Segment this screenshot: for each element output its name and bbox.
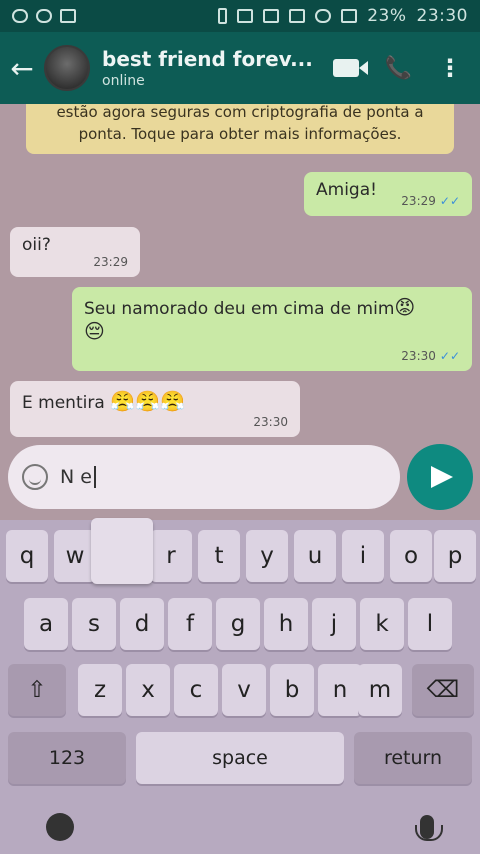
key-j[interactable]: j	[312, 598, 356, 650]
notification-icon	[12, 9, 28, 23]
space-key[interactable]: space	[136, 732, 344, 784]
key-o[interactable]: o	[390, 530, 432, 582]
send-icon	[431, 466, 453, 488]
arrow-left-icon: ←	[10, 51, 34, 85]
key-t[interactable]: t	[198, 530, 240, 582]
message-time: 23:30	[253, 415, 288, 429]
status-right-icons: 23% 23:30	[218, 6, 468, 26]
message-bubble-out[interactable]: Seu namorado deu em cima de mim😡 😔 23:30…	[72, 287, 472, 371]
key-w[interactable]: w	[54, 530, 96, 582]
message-bubble-in[interactable]: E mentira 😤😤😤 23:30	[10, 381, 300, 437]
status-left-icons	[12, 9, 76, 23]
smile-icon[interactable]	[22, 464, 48, 490]
key-r[interactable]: r	[150, 530, 192, 582]
chat-header: ← best friend forev... online 📞 ⋮	[0, 32, 480, 104]
pensive-emoji: 😔	[84, 319, 105, 343]
key-d[interactable]: d	[120, 598, 164, 650]
message-text: E mentira	[22, 393, 105, 413]
clock: 23:30	[416, 6, 468, 26]
key-g[interactable]: g	[216, 598, 260, 650]
message-bubble-out[interactable]: Amiga! 23:29 ✓✓	[304, 172, 472, 216]
key-x[interactable]: x	[126, 664, 170, 716]
message-text: Amiga!	[316, 180, 377, 200]
mic-icon[interactable]	[415, 815, 443, 841]
battery-saver-icon	[218, 8, 228, 24]
block-icon	[36, 9, 52, 23]
key-u[interactable]: u	[294, 530, 336, 582]
header-actions: 📞 ⋮	[332, 56, 462, 81]
battery-percentage: 23%	[367, 6, 407, 26]
key-q[interactable]: q	[6, 530, 48, 582]
message-input-text[interactable]: N e	[60, 466, 96, 489]
key-c[interactable]: c	[174, 664, 218, 716]
contact-avatar[interactable]	[44, 45, 90, 91]
key-n[interactable]: n	[318, 664, 362, 716]
signal-icon	[341, 9, 358, 23]
key-h[interactable]: h	[264, 598, 308, 650]
encryption-notice[interactable]: estão agora seguras com criptografia de …	[26, 104, 454, 154]
contact-info[interactable]: best friend forev... online	[102, 47, 333, 89]
wifi-icon	[315, 9, 332, 23]
key-b[interactable]: b	[270, 664, 314, 716]
backspace-key[interactable]: ⌫	[412, 664, 474, 716]
message-bubble-in[interactable]: oii? 23:29	[10, 227, 140, 277]
contact-status: online	[102, 73, 145, 89]
contact-name: best friend forev...	[102, 47, 313, 71]
keyboard-bottom-bar	[0, 800, 480, 854]
menu-icon[interactable]: ⋮	[438, 56, 462, 80]
message-meta: 23:30 ✓✓	[401, 349, 460, 363]
key-v[interactable]: v	[222, 664, 266, 716]
phone-icon[interactable]: 📞	[385, 56, 412, 81]
message-text: Seu namorado deu em cima de mim	[84, 299, 395, 319]
key-y[interactable]: y	[246, 530, 288, 582]
message-input[interactable]: N e	[8, 445, 400, 509]
emoji-keyboard-icon[interactable]	[46, 813, 74, 841]
send-button[interactable]	[407, 444, 473, 510]
text-caret	[93, 466, 96, 489]
triumph-emoji: 😤😤😤	[110, 389, 185, 413]
return-key[interactable]: return	[354, 732, 472, 784]
no-signal-icon	[263, 9, 280, 23]
key-preview-popup	[91, 518, 153, 584]
key-p[interactable]: p	[434, 530, 476, 582]
shift-key[interactable]: ⇧	[8, 664, 66, 716]
cast-icon	[237, 9, 254, 23]
key-a[interactable]: a	[24, 598, 68, 650]
backspace-icon: ⌫	[426, 677, 460, 703]
key-s[interactable]: s	[72, 598, 116, 650]
status-bar: 23% 23:30	[0, 0, 480, 32]
key-f[interactable]: f	[168, 598, 212, 650]
input-value: N e	[60, 465, 92, 488]
message-time: 23:29	[401, 194, 436, 208]
shift-icon: ⇧	[27, 677, 47, 703]
keyboard-icon	[60, 9, 76, 23]
key-k[interactable]: k	[360, 598, 404, 650]
message-time: 23:30	[401, 349, 436, 363]
angry-emoji: 😡	[394, 295, 416, 319]
read-ticks-icon: ✓✓	[439, 349, 460, 363]
key-m[interactable]: m	[358, 664, 402, 716]
back-button[interactable]: ←	[0, 52, 44, 85]
message-time: 23:29	[93, 255, 128, 269]
message-meta: 23:29 ✓✓	[401, 194, 460, 208]
message-text: oii?	[22, 235, 51, 255]
key-i[interactable]: i	[342, 530, 384, 582]
read-ticks-icon: ✓✓	[439, 194, 460, 208]
key-z[interactable]: z	[78, 664, 122, 716]
mute-icon	[289, 9, 306, 23]
numbers-key[interactable]: 123	[8, 732, 126, 784]
video-call-icon[interactable]	[332, 59, 368, 77]
key-l[interactable]: l	[408, 598, 452, 650]
